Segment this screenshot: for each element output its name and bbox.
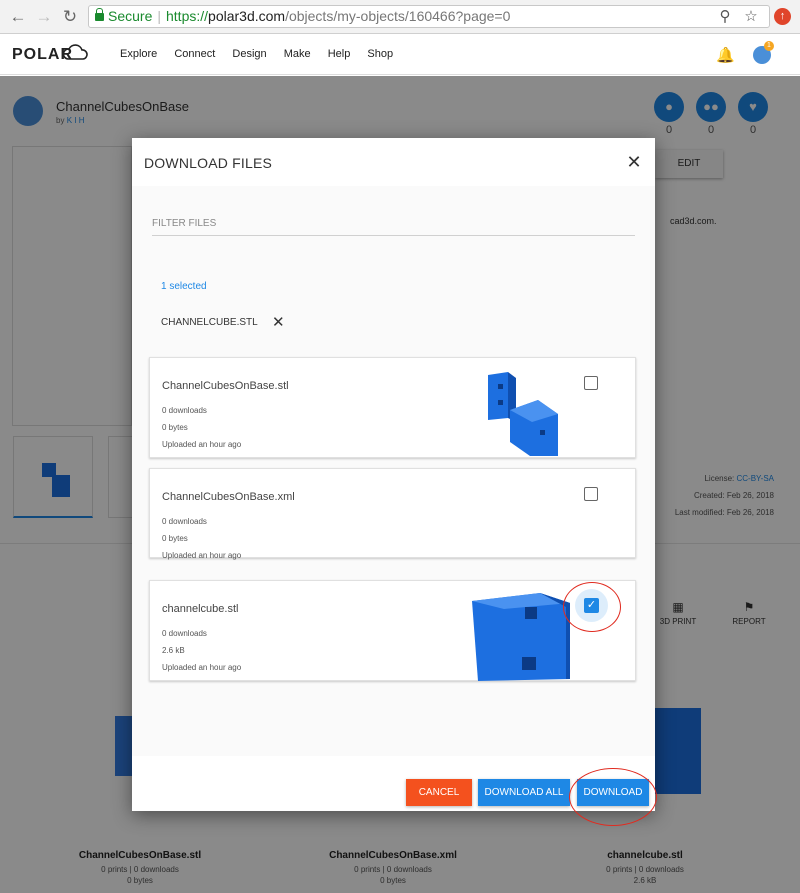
main-menu: Explore Connect Design Make Help Shop [120, 48, 407, 60]
lock-icon [95, 8, 104, 21]
extension-icon[interactable]: ↑ [774, 8, 791, 25]
file-checkbox[interactable] [584, 487, 598, 501]
file-checkbox[interactable] [584, 376, 598, 390]
file-row[interactable]: ChannelCubesOnBase.xml 0 downloads 0 byt… [149, 468, 636, 560]
file-size: 0 bytes [162, 423, 188, 432]
bell-icon[interactable]: 🔔 [716, 46, 735, 64]
site-header: POLAR Explore Connect Design Make Help S… [0, 35, 800, 75]
reload-icon[interactable]: ↻ [60, 7, 80, 27]
filter-input[interactable]: FILTER FILES [152, 218, 216, 229]
browser-toolbar: ← → ↻ Secure | https://polar3d.com/objects… [0, 0, 800, 34]
annotation-circle-checkbox [563, 582, 621, 632]
url-path: /objects/my-objects/160466?page=0 [285, 8, 511, 24]
selected-count: 1 selected [161, 281, 207, 292]
file-downloads: 0 downloads [162, 629, 207, 638]
file-downloads: 0 downloads [162, 406, 207, 415]
selected-file-chip: CHANNELCUBE.STL [161, 317, 258, 328]
menu-connect[interactable]: Connect [174, 48, 215, 60]
file-row[interactable]: channelcube.stl 0 downloads 2.6 kB Uploa… [149, 580, 636, 681]
url-scheme: https:// [166, 8, 209, 24]
filter-underline [152, 235, 635, 236]
menu-make[interactable]: Make [284, 48, 311, 60]
cloud-logo-icon [62, 44, 88, 60]
forward-arrow-icon[interactable]: → [34, 7, 54, 27]
back-arrow-icon[interactable]: ← [8, 7, 28, 27]
zoom-icon[interactable]: ⚲ [716, 7, 734, 27]
file-size: 0 bytes [162, 534, 188, 543]
file-row[interactable]: ChannelCubesOnBase.stl 0 downloads 0 byt… [149, 357, 636, 458]
file-uploaded: Uploaded an hour ago [162, 551, 242, 560]
file-name: ChannelCubesOnBase.xml [162, 491, 295, 503]
file-size: 2.6 kB [162, 646, 185, 655]
file-name: ChannelCubesOnBase.stl [162, 380, 289, 392]
file-downloads: 0 downloads [162, 517, 207, 526]
url-host: polar3d.com [208, 8, 286, 24]
download-files-dialog: DOWNLOAD FILES ✕ FILTER FILES 1 selected… [132, 138, 655, 811]
file-uploaded: Uploaded an hour ago [162, 440, 242, 449]
close-icon[interactable]: ✕ [626, 152, 642, 173]
menu-help[interactable]: Help [328, 48, 351, 60]
file-uploaded: Uploaded an hour ago [162, 663, 242, 672]
remove-chip-icon[interactable]: ✕ [272, 313, 285, 331]
star-icon[interactable]: ☆ [742, 7, 760, 27]
download-all-button[interactable]: DOWNLOAD ALL [478, 779, 570, 806]
annotation-circle-download [569, 768, 657, 826]
file-name: channelcube.stl [162, 603, 239, 615]
stl-preview-image [488, 372, 558, 456]
notification-badge: 1 [764, 41, 774, 51]
menu-design[interactable]: Design [232, 48, 266, 60]
dialog-title: DOWNLOAD FILES [144, 155, 273, 171]
cancel-button[interactable]: CANCEL [406, 779, 472, 806]
address-bar[interactable]: Secure | https://polar3d.com/objects/my-ob… [88, 5, 770, 28]
menu-shop[interactable]: Shop [367, 48, 393, 60]
secure-label: Secure [108, 8, 153, 24]
menu-explore[interactable]: Explore [120, 48, 157, 60]
url-separator: | [157, 8, 161, 24]
